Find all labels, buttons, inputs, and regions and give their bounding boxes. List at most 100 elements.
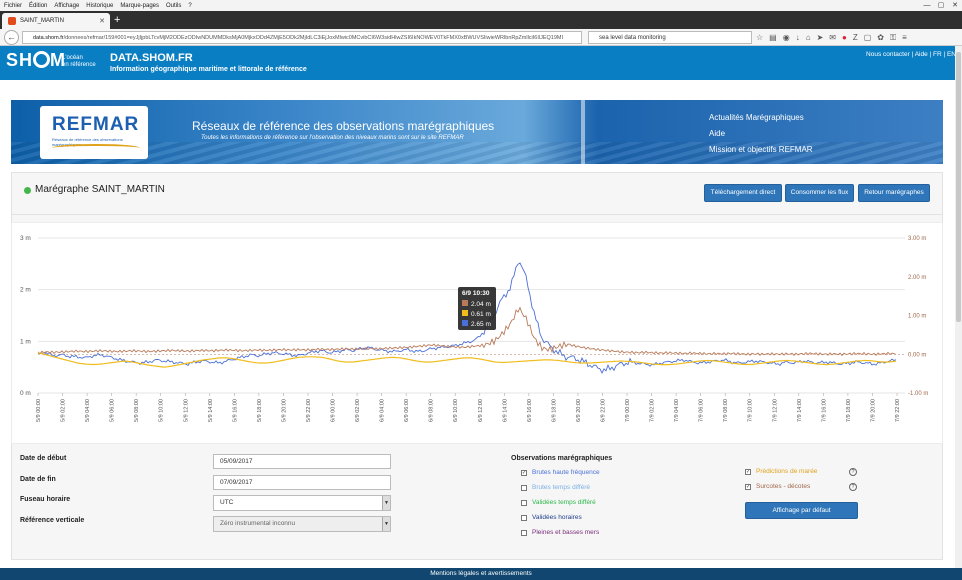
shom-logo[interactable]: SH M bbox=[6, 50, 66, 71]
refmar-logo-box[interactable]: REFMAR Réseaux de référence des observat… bbox=[40, 106, 148, 159]
observations-title: Observations marégraphiques bbox=[511, 455, 613, 462]
checkbox[interactable]: ✓ bbox=[521, 469, 527, 476]
x-tick-label: 6/9 10:00 bbox=[453, 399, 459, 422]
back-icon[interactable]: ← bbox=[4, 30, 19, 45]
chat-icon[interactable]: ✉ bbox=[829, 31, 836, 44]
addon-z-icon[interactable]: Z bbox=[853, 31, 858, 44]
x-tick-label: 6/9 22:00 bbox=[600, 399, 606, 422]
y-left-tick-label: 2 m bbox=[20, 287, 31, 294]
browser-tab[interactable]: SAINT_MARTIN ✕ bbox=[2, 13, 110, 29]
x-tick-label: 7/9 12:00 bbox=[772, 399, 778, 422]
x-tick-label: 7/9 08:00 bbox=[723, 399, 729, 422]
menu-tools[interactable]: Outils bbox=[166, 3, 181, 9]
chart-svg: 0 m 1 m 2 m 3 m -1.00 m 0.00 m 1.00 m 2.00 m 3.0… bbox=[20, 235, 928, 422]
menu-history[interactable]: Historique bbox=[86, 3, 113, 9]
menu-actualites[interactable]: Actualités Marégraphiques bbox=[709, 110, 813, 126]
reading-list-icon[interactable]: ▤ bbox=[769, 31, 777, 44]
download-button[interactable]: Téléchargement direct bbox=[704, 184, 782, 202]
help-icon[interactable]: ? bbox=[849, 482, 857, 491]
scrollbar-thumb[interactable] bbox=[956, 52, 961, 322]
end-date-input[interactable]: 07/09/2017 bbox=[213, 475, 391, 490]
x-tick-label: 6/9 00:00 bbox=[331, 399, 337, 422]
extension-icon[interactable]: ✿ bbox=[877, 31, 884, 44]
x-tick-label: 5/9 22:00 bbox=[306, 399, 312, 422]
checkbox[interactable]: ✓ bbox=[745, 468, 751, 475]
x-tick-label: 5/9 00:00 bbox=[36, 399, 42, 422]
timezone-value: UTC bbox=[220, 499, 234, 506]
default-display-button[interactable]: Affichage par défaut bbox=[745, 502, 858, 519]
menu-view[interactable]: Affichage bbox=[54, 3, 79, 9]
addon-stop-icon[interactable]: ● bbox=[842, 31, 847, 44]
x-tick-label: 5/9 04:00 bbox=[85, 399, 91, 422]
menu-aide[interactable]: Aide bbox=[709, 126, 813, 142]
vertical-ref-select[interactable]: Zéro instrumental inconnu ▼ bbox=[213, 516, 391, 532]
addon-key-icon[interactable]: ⚿ bbox=[890, 31, 896, 44]
home-icon[interactable]: ⌂ bbox=[806, 31, 811, 44]
site-title[interactable]: DATA.SHOM.FR bbox=[110, 52, 193, 64]
back-stations-button[interactable]: Retour marégraphes bbox=[858, 184, 930, 202]
x-tick-label: 7/9 02:00 bbox=[650, 399, 656, 422]
tooltip-swatch bbox=[462, 310, 468, 316]
menu-file[interactable]: Fichier bbox=[4, 3, 22, 9]
obs-item-2[interactable]: Validées temps différé bbox=[521, 499, 596, 506]
x-tick-label: 7/9 16:00 bbox=[821, 399, 827, 422]
start-date-input[interactable]: 05/09/2017 bbox=[213, 454, 391, 469]
url-bar[interactable]: data.shom.fr/donnees/refmar/159#001=eyJj… bbox=[22, 31, 582, 44]
flux-button[interactable]: Consommer les flux bbox=[785, 184, 854, 202]
header-links[interactable]: Nous contacter | Aide | FR | EN bbox=[866, 51, 956, 58]
checkbox[interactable] bbox=[521, 499, 527, 506]
x-tick-label: 6/9 06:00 bbox=[404, 399, 410, 422]
close-tab-icon[interactable]: ✕ bbox=[99, 17, 105, 25]
menu-edit[interactable]: Édition bbox=[29, 3, 47, 9]
obs-item-1[interactable]: Brutes temps différé bbox=[521, 484, 590, 491]
station-title: Marégraphe SAINT_MARTIN bbox=[35, 184, 165, 195]
y-left-tick-label: 3 m bbox=[20, 235, 31, 242]
help-icon[interactable]: ? bbox=[849, 467, 857, 476]
tab-title: SAINT_MARTIN bbox=[20, 18, 64, 24]
obs-item-4[interactable]: Pleines et basses mers bbox=[521, 529, 599, 536]
x-tick-label: 6/9 16:00 bbox=[527, 399, 533, 422]
extra-item-0-label: Prédictions de marée bbox=[756, 468, 818, 475]
series-line-2 bbox=[37, 352, 897, 368]
x-tick-label: 6/9 18:00 bbox=[551, 399, 557, 422]
obs-item-1-label: Brutes temps différé bbox=[532, 484, 591, 491]
obs-item-3[interactable]: Validées horaires bbox=[521, 514, 582, 521]
tide-chart[interactable]: 0 m 1 m 2 m 3 m -1.00 m 0.00 m 1.00 m 2.00 m 3.0… bbox=[11, 222, 943, 444]
x-tick-label: 5/9 10:00 bbox=[159, 399, 165, 422]
x-tick-label: 5/9 12:00 bbox=[183, 399, 189, 422]
timezone-label: Fuseau horaire bbox=[20, 496, 71, 503]
obs-item-0[interactable]: ✓ Brutes haute fréquence bbox=[521, 469, 600, 476]
x-tick-label: 6/9 02:00 bbox=[355, 399, 361, 422]
x-tick-label: 6/9 12:00 bbox=[478, 399, 484, 422]
maximize-icon[interactable]: ▢ bbox=[934, 0, 948, 11]
banner-divider bbox=[581, 100, 585, 164]
new-tab-icon[interactable]: + bbox=[114, 14, 120, 26]
x-tick-label: 5/9 06:00 bbox=[110, 399, 116, 422]
checkbox[interactable] bbox=[521, 514, 527, 521]
legal-link[interactable]: Mentions légales et avertissements bbox=[430, 570, 532, 577]
share-icon[interactable]: ➤ bbox=[817, 31, 824, 44]
pocket-icon[interactable]: ◉ bbox=[783, 31, 790, 44]
menu-bookmarks[interactable]: Marque-pages bbox=[120, 3, 159, 9]
x-tick-label: 5/9 08:00 bbox=[134, 399, 140, 422]
checkbox[interactable]: ✓ bbox=[745, 483, 751, 490]
hamburger-menu-icon[interactable]: ≡ bbox=[902, 31, 907, 44]
menu-mission[interactable]: Mission et objectifs REFMAR bbox=[709, 142, 813, 158]
menu-help[interactable]: ? bbox=[188, 3, 191, 9]
screenshot-icon[interactable]: ▢ bbox=[864, 31, 872, 44]
x-tick-label: 5/9 18:00 bbox=[257, 399, 263, 422]
close-window-icon[interactable]: ✕ bbox=[948, 0, 962, 11]
timezone-select[interactable]: UTC ▼ bbox=[213, 495, 391, 511]
x-tick-label: 6/9 14:00 bbox=[502, 399, 508, 422]
status-dot-icon bbox=[24, 187, 31, 194]
download-icon[interactable]: ↓ bbox=[796, 31, 800, 44]
minimize-icon[interactable]: — bbox=[920, 0, 934, 11]
start-date-label: Date de début bbox=[20, 455, 67, 462]
checkbox[interactable] bbox=[521, 484, 527, 491]
bookmark-star-icon[interactable]: ☆ bbox=[756, 31, 763, 44]
extra-item-0[interactable]: ✓ Prédictions de marée? bbox=[745, 467, 857, 476]
checkbox[interactable] bbox=[521, 529, 527, 536]
extra-item-1[interactable]: ✓ Surcotes - décotes? bbox=[745, 482, 857, 491]
browser-search-input[interactable]: sea level data monitoring bbox=[588, 31, 752, 44]
window-controls: — ▢ ✕ bbox=[920, 0, 962, 11]
